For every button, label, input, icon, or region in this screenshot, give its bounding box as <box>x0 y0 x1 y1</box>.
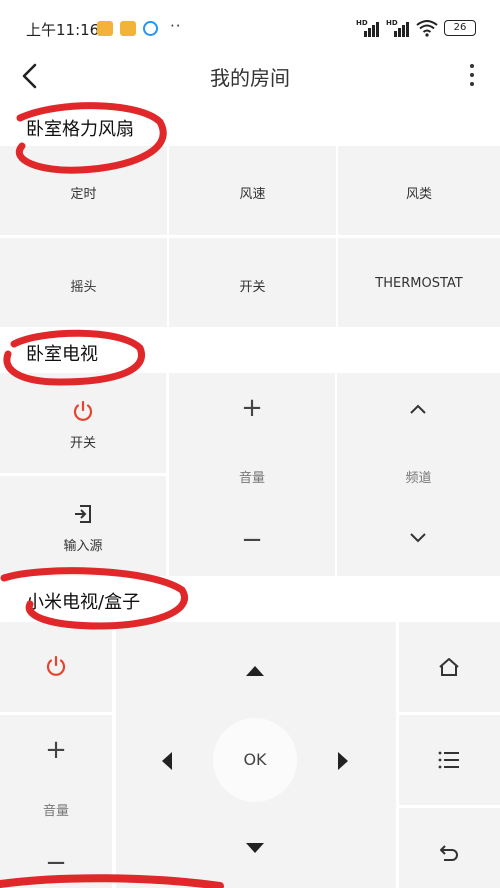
wifi-icon <box>416 20 438 37</box>
signal-icon: HD <box>356 19 380 37</box>
volume-down-icon[interactable]: − <box>0 848 112 878</box>
fan-oscillate-label: 摇头 <box>70 280 97 295</box>
section-title-fan: 卧室格力风扇 <box>26 119 134 140</box>
tv-power-label: 开关 <box>69 436 96 451</box>
app-header: 我的房间 <box>0 56 500 96</box>
page-title: 我的房间 <box>210 66 290 90</box>
channel-up-icon[interactable] <box>408 402 428 416</box>
volume-up-icon[interactable]: + <box>0 735 112 765</box>
ok-button[interactable]: OK <box>213 718 297 802</box>
status-bar: 上午11:16 ·· HD HD 26 <box>0 0 500 56</box>
fan-speed-button[interactable]: 风速 <box>169 146 336 235</box>
arrow-left-icon[interactable] <box>160 750 174 772</box>
undo-back-icon <box>440 845 458 861</box>
signal-hd-label: HD <box>386 19 398 27</box>
fan-timer-button[interactable]: 定时 <box>0 146 167 235</box>
menu-list-icon <box>438 751 459 769</box>
fan-power-label: 开关 <box>239 280 266 295</box>
arrow-up-icon[interactable] <box>244 664 266 678</box>
power-icon <box>73 400 93 421</box>
fan-thermostat-label: THERMOSTAT <box>375 276 463 291</box>
volume-down-icon[interactable]: − <box>169 525 335 555</box>
home-icon <box>439 658 459 676</box>
power-icon <box>46 655 66 676</box>
tv-volume-label: 音量 <box>238 471 265 486</box>
arrow-right-icon[interactable] <box>336 750 350 772</box>
battery-icon: 26 <box>444 20 476 36</box>
signal-icon: HD <box>386 19 410 37</box>
input-source-icon <box>75 505 91 523</box>
fan-mode-label: 风类 <box>405 187 432 202</box>
tv-channel-label: 频道 <box>405 471 432 486</box>
box-back-button[interactable] <box>399 808 500 888</box>
fan-thermostat-button[interactable]: THERMOSTAT <box>338 238 500 327</box>
box-volume-label: 音量 <box>42 804 69 819</box>
tv-power-button[interactable]: 开关 <box>0 373 166 473</box>
fan-oscillate-button[interactable]: 摇头 <box>0 238 167 327</box>
box-power-button[interactable] <box>0 622 112 712</box>
status-time: 上午11:16 <box>26 21 100 39</box>
volume-up-icon[interactable]: + <box>169 393 335 423</box>
notification-app-icon <box>97 21 113 36</box>
more-notifications-icon: ·· <box>170 17 182 35</box>
arrow-down-icon[interactable] <box>244 841 266 855</box>
box-menu-button[interactable] <box>399 715 500 805</box>
signal-hd-label: HD <box>356 19 368 27</box>
more-vertical-icon[interactable] <box>466 62 478 88</box>
section-title-box: 小米电视/盒子 <box>26 592 141 613</box>
tv-input-label: 输入源 <box>63 539 103 554</box>
notification-browser-icon <box>143 21 158 36</box>
notification-app-icon <box>120 21 136 36</box>
tv-input-button[interactable]: 输入源 <box>0 476 166 576</box>
tv-channel-control: 频道 <box>337 373 500 576</box>
fan-mode-button[interactable]: 风类 <box>338 146 500 235</box>
section-title-tv: 卧室电视 <box>26 344 98 365</box>
channel-down-icon[interactable] <box>408 531 428 545</box>
box-home-button[interactable] <box>399 622 500 712</box>
fan-power-button[interactable]: 开关 <box>169 238 336 327</box>
box-volume-control: + 音量 − <box>0 715 112 888</box>
fan-timer-label: 定时 <box>70 187 97 202</box>
box-dpad: OK <box>116 622 396 888</box>
tv-volume-control: + 音量 − <box>169 373 335 576</box>
fan-speed-label: 风速 <box>239 187 266 202</box>
